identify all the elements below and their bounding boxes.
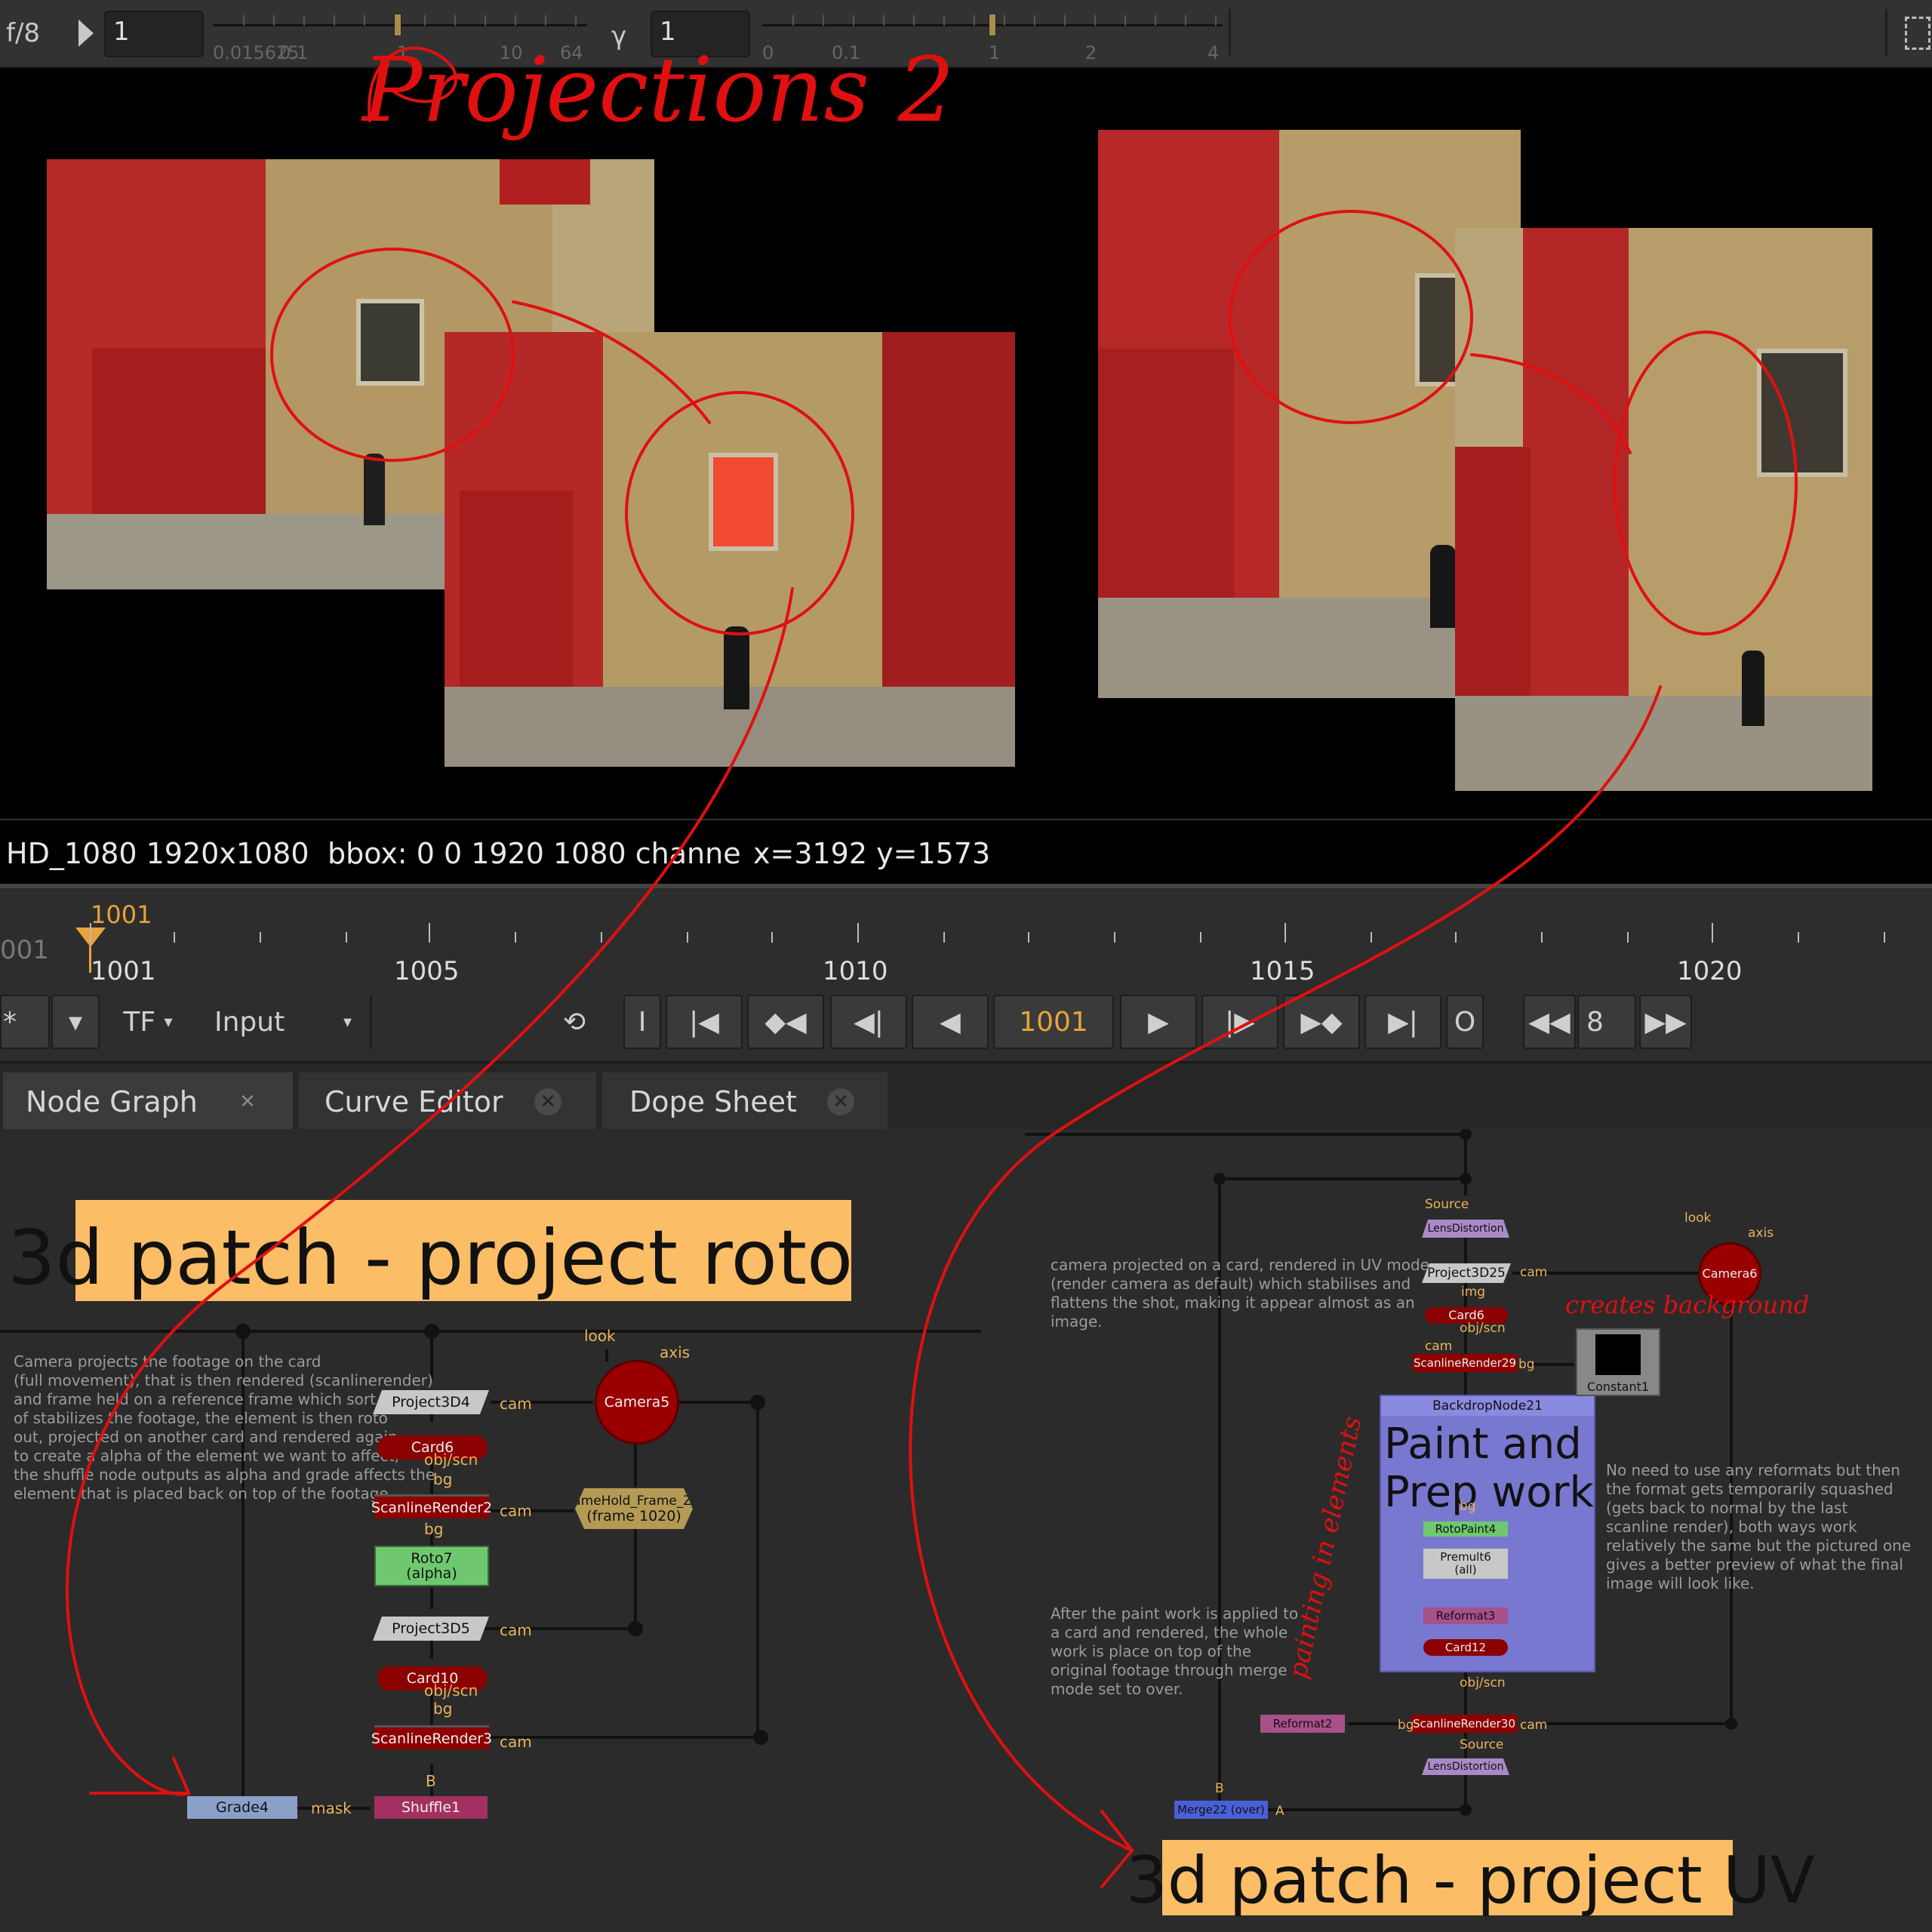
circle-mark-2 bbox=[625, 391, 854, 635]
red-annotation-overlay: Projections 2 creates background paintin… bbox=[66, 38, 1809, 1888]
arrow-mark-2 bbox=[1470, 353, 1632, 454]
handwritten-painting-elements: painting in elements bbox=[1283, 1414, 1368, 1681]
circle-mark-3 bbox=[1229, 210, 1473, 424]
handwritten-creates-background: creates background bbox=[1565, 1291, 1809, 1319]
arrow-mark-3 bbox=[66, 587, 794, 1796]
circle-mark-1 bbox=[270, 248, 515, 462]
handwritten-title: Projections 2 bbox=[361, 38, 955, 142]
arrow-mark-1 bbox=[512, 300, 711, 424]
circle-mark-4 bbox=[1614, 331, 1798, 635]
